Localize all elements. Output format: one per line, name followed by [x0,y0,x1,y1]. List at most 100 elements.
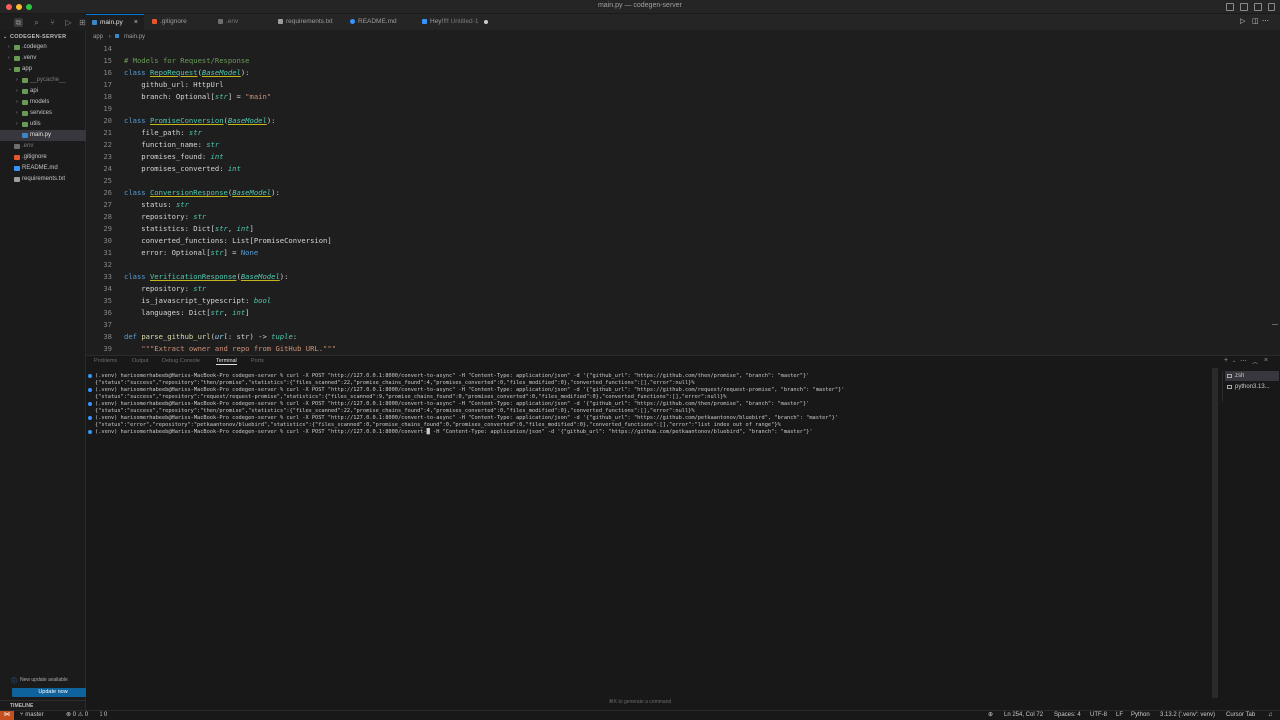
code-token: None [240,248,259,257]
tree-item[interactable]: main.py [0,130,86,141]
tab-main-py[interactable]: main.py × [86,14,144,30]
line-code: branch: Optional[str] = "main" [124,91,271,103]
line-code: repository: str [124,211,206,223]
tree-item[interactable]: requirements.txt [0,174,86,185]
indentation[interactable]: Spaces: 4 [1054,711,1081,720]
python-interpreter[interactable]: 3.13.2 ('.venv': venv) [1160,711,1215,720]
code-token: url [214,332,228,341]
window-title: main.py — codegen-server [597,2,683,9]
more-actions-icon[interactable]: ⋯ [1262,17,1269,25]
encoding[interactable]: UTF-8 [1090,711,1107,720]
command-decoration-icon[interactable] [88,388,92,392]
branch-indicator[interactable]: ⑂ master [20,711,44,720]
tree-item[interactable]: .env [0,141,86,152]
command-decoration-icon[interactable] [88,430,92,434]
command-decoration-icon[interactable] [88,374,92,378]
code-token: ): [240,68,250,77]
terminal-line: {"status":"error","repository":"petkaant… [95,422,781,429]
tree-item[interactable]: › api [0,86,86,97]
breadcrumb-separator: › [108,34,111,40]
tab-label: .env [226,18,239,25]
run-icon[interactable]: ▷ [1240,17,1245,25]
git-icon [152,18,157,24]
tree-item[interactable]: .gitignore [0,152,86,163]
run-debug-icon[interactable]: ▷ [64,18,73,27]
tree-item[interactable]: README.md [0,163,86,174]
code-token: branch: Optional[ [124,92,215,101]
notifications-icon[interactable]: ♫ [1268,711,1273,720]
tab-problems[interactable]: Problems [94,358,117,364]
tree-item[interactable]: › utils [0,119,86,130]
command-decoration-icon[interactable] [88,416,92,420]
split-editor-icon[interactable]: ◫ [1252,17,1259,25]
code-token: bool [253,296,272,305]
code-editor[interactable]: 14 15 # Models for Request/Response 16 class… [86,43,1280,355]
more-actions-icon[interactable]: ⋯ [1240,357,1247,365]
terminal-item-zsh[interactable]: zsh [1225,371,1279,381]
file-icon [14,177,20,182]
toggle-panel-icon[interactable] [1240,3,1248,11]
code-token: tuple [271,332,293,341]
terminal[interactable]: (.venv) harisomerhabeeb@Hariss-MacBook-P… [86,371,1212,706]
language-mode[interactable]: Python [1131,711,1150,720]
cursor-position[interactable]: Ln 254, Col 72 [1004,711,1043,720]
source-control-icon[interactable]: ⑂ [48,18,57,27]
tab-untitled[interactable]: Hey!!!! Untitled-1 [418,14,494,30]
cursor-tab[interactable]: Cursor Tab [1226,711,1255,720]
breadcrumb-item-app[interactable]: app [93,34,103,40]
code-token: error: Optional[ [124,248,211,257]
terminal-item-python[interactable]: python3.13... [1225,382,1279,392]
info-icon [350,18,355,24]
close-tab-icon[interactable]: × [134,15,138,31]
end-of-line[interactable]: LF [1116,711,1123,720]
new-terminal-icon[interactable]: + [1224,357,1228,364]
breadcrumb-item-file[interactable]: main.py [124,34,145,40]
tree-item[interactable]: › .venv [0,53,86,64]
tree-item-label: .env [22,143,34,149]
ports-indicator[interactable]: ⟟ 0 [100,711,107,720]
chevron-down-icon[interactable]: ⌄ [1232,358,1236,364]
unsaved-dot-icon[interactable] [484,20,488,24]
tab-output[interactable]: Output [132,358,149,364]
scrollbar-indicator[interactable] [1272,324,1278,325]
tree-item[interactable]: › services [0,108,86,119]
tab-gitignore[interactable]: .gitignore [148,14,208,30]
tree-item[interactable]: › __pycache__ [0,75,86,86]
terminal-line-text: {"status":"error","repository":"petkaant… [95,422,781,428]
tab-debug-console[interactable]: Debug Console [162,358,200,364]
tab-requirements[interactable]: requirements.txt [274,14,340,30]
command-decoration-icon[interactable] [88,402,92,406]
terminal-scrollbar[interactable] [1212,368,1218,698]
search-icon[interactable]: ⌕ [32,18,41,27]
line-code: function_name: str [124,139,219,151]
explorer-icon[interactable]: ⧉ [14,18,23,27]
tab-terminal[interactable]: Terminal [216,358,237,365]
python-icon [92,19,97,25]
tab-readme[interactable]: README.md [346,14,412,30]
code-token: BaseModel [232,188,272,197]
tree-item[interactable]: › models [0,97,86,108]
problems-indicator[interactable]: ⊗ 0 ⚠ 0 [66,711,88,720]
minimap[interactable] [1271,43,1279,355]
code-token: str [214,224,228,233]
tree-item[interactable]: ⌄ app [0,64,86,75]
explorer-header[interactable]: ⌄ CODEGEN-SERVER [3,34,66,40]
tab-ports[interactable]: Ports [251,358,264,364]
close-panel-icon[interactable]: × [1264,357,1268,364]
terminal-list: zsh python3.13... [1222,371,1280,401]
zoom-icon[interactable]: ⊕ [988,711,993,720]
maximize-panel-icon[interactable]: ︿ [1252,357,1258,366]
toggle-primary-sidebar-icon[interactable] [1226,3,1234,11]
tab-env[interactable]: .env [214,14,274,30]
update-now-button[interactable]: Update now [12,688,94,697]
customize-layout-icon[interactable] [1268,3,1275,11]
activity-bar: ⧉ ⌕ ⑂ ▷ ⊞ [12,16,90,30]
remote-indicator[interactable]: ⋈ [0,711,14,720]
code-token: ): [279,272,289,281]
editor-tabs: main.py × .gitignore .env requirements.t… [86,14,1280,30]
toggle-secondary-sidebar-icon[interactable] [1254,3,1262,11]
line-number: 23 [103,152,112,161]
tree-item[interactable]: › .codegen [0,42,86,53]
terminal-line: (.venv) harisomerhabeeb@Hariss-MacBook-P… [88,373,809,380]
line-number: 16 [103,68,112,77]
